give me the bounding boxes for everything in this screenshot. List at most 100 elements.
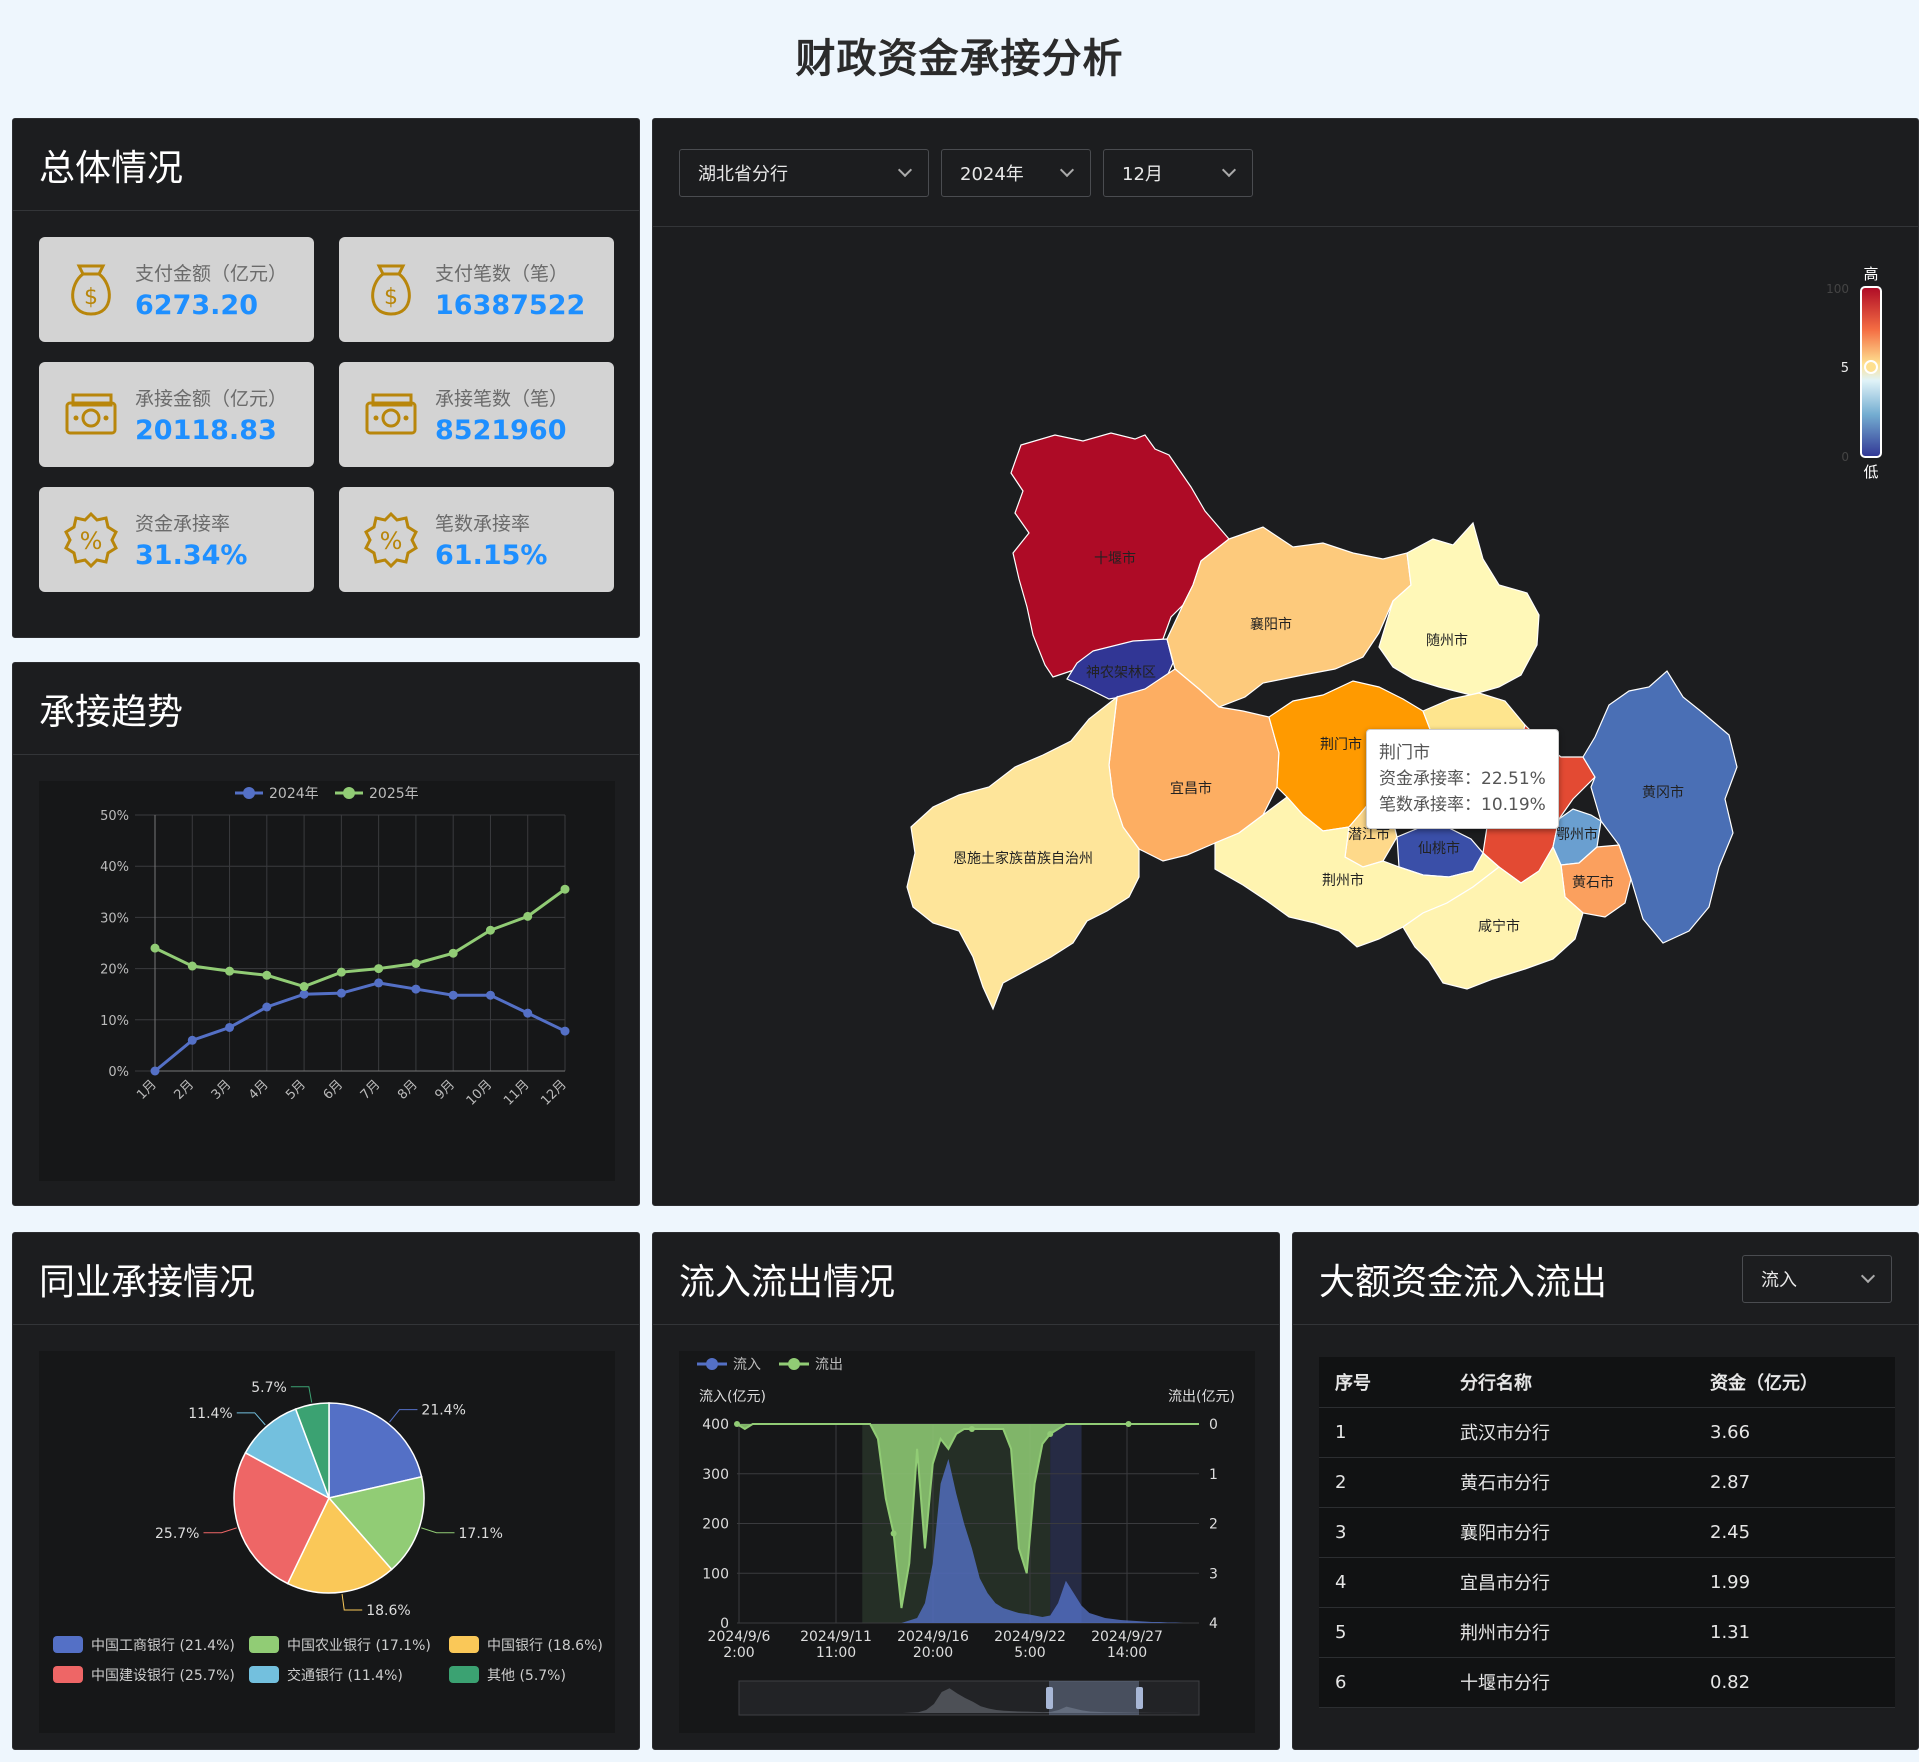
table-row[interactable]: 4 宜昌市分行 1.99 [1319, 1557, 1895, 1608]
series-line [154, 981, 566, 1073]
data-point[interactable] [187, 961, 197, 971]
y-tick-label: 10% [100, 1014, 129, 1029]
x-tick-label: 4月 [246, 1077, 272, 1103]
kpi-grid: $ 支付金额（亿元） 6273.20 $ 支付笔数（笔） 16387522 承接金… [39, 237, 614, 592]
legend-label[interactable]: 中国建设银行 (25.7%) [91, 1668, 235, 1684]
data-point[interactable] [336, 988, 346, 998]
x-tick-date: 2024/9/16 [897, 1629, 969, 1645]
table-cell: 0.82 [1694, 1657, 1895, 1708]
hubei-map[interactable]: 十堰市神农架林区襄阳市随州市宜昌市荆门市孝感市恩施土家族苗族自治州武汉市黄冈市潜… [653, 227, 1919, 1206]
direction-select[interactable]: 流入 [1742, 1254, 1892, 1303]
data-point[interactable] [187, 1035, 197, 1045]
legend-label[interactable]: 2024年 [269, 786, 319, 802]
data-point[interactable] [485, 990, 495, 1000]
map-region[interactable] [1378, 521, 1540, 696]
data-point[interactable] [150, 943, 160, 953]
data-point[interactable] [262, 1002, 272, 1012]
region-label: 十堰市 [1094, 550, 1136, 567]
data-point[interactable] [411, 984, 421, 994]
table-row[interactable]: 6 十堰市分行 0.82 [1319, 1657, 1895, 1708]
col-header: 分行名称 [1444, 1357, 1694, 1408]
table-row[interactable]: 2 黄石市分行 2.87 [1319, 1457, 1895, 1508]
flow-panel: 流入流出情况 流入 流出 流入(亿元) 流出(亿元) 0 100 200 300 400 0 1 2 3… [652, 1232, 1280, 1750]
data-point[interactable] [225, 966, 235, 976]
flow-title: 流入流出情况 [679, 1261, 896, 1303]
x-tick-time: 20:00 [913, 1645, 953, 1661]
data-point[interactable] [150, 1066, 160, 1076]
visual-map-handle[interactable] [1864, 360, 1878, 374]
data-point[interactable] [485, 925, 495, 935]
x-tick-time: 14:00 [1107, 1645, 1147, 1661]
table-row[interactable]: 5 荆州市分行 1.31 [1319, 1607, 1895, 1658]
data-point[interactable] [374, 964, 384, 974]
data-point[interactable] [262, 970, 272, 980]
y-tick-label-right: 2 [1209, 1517, 1218, 1533]
data-point[interactable] [523, 911, 533, 921]
legend-label[interactable]: 交通银行 (11.4%) [287, 1667, 403, 1684]
data-point[interactable] [448, 948, 458, 958]
data-point[interactable] [523, 1008, 533, 1018]
region-label: 恩施土家族苗族自治州 [953, 850, 1093, 867]
kpi-card: % 笔数承接率 61.15% [339, 487, 614, 592]
data-point[interactable] [299, 989, 309, 999]
y-tick-label-right: 0 [1209, 1417, 1218, 1433]
legend-swatch [449, 1666, 479, 1683]
svg-text:%: % [80, 527, 103, 555]
branch-select[interactable]: 湖北省分行 [679, 148, 929, 197]
label-leader-line [203, 1527, 237, 1534]
data-point[interactable] [890, 1530, 897, 1537]
data-point[interactable] [968, 1425, 975, 1432]
table-cell: 十堰市分行 [1444, 1657, 1694, 1708]
legend-swatch [249, 1666, 279, 1683]
region-label: 宜昌市 [1170, 780, 1212, 797]
legend-marker [343, 787, 355, 799]
zoom-handle-left[interactable] [1046, 1687, 1053, 1709]
legend-label[interactable]: 流入 [733, 1357, 761, 1373]
data-point[interactable] [1125, 1421, 1132, 1427]
legend-label[interactable]: 中国银行 (18.6%) [487, 1638, 603, 1654]
kpi-value: 6273.20 [135, 289, 258, 321]
region-label: 随州市 [1426, 632, 1468, 649]
legend-label[interactable]: 2025年 [369, 786, 419, 802]
table-cell: 5 [1319, 1607, 1444, 1658]
data-point[interactable] [225, 1022, 235, 1032]
data-point[interactable] [411, 958, 421, 968]
col-header: 资金（亿元） [1694, 1357, 1895, 1408]
data-point[interactable] [560, 1026, 570, 1036]
legend-marker [788, 1358, 800, 1370]
legend-label[interactable]: 中国农业银行 (17.1%) [287, 1638, 431, 1654]
data-point[interactable] [299, 982, 309, 992]
kpi-label: 笔数承接率 [435, 512, 531, 535]
y-tick-label: 100 [702, 1566, 729, 1582]
data-point[interactable] [560, 884, 570, 894]
year-select[interactable]: 2024年 [941, 148, 1091, 197]
legend-label[interactable]: 流出 [815, 1357, 843, 1373]
table-row[interactable]: 3 襄阳市分行 2.45 [1319, 1507, 1895, 1558]
data-point[interactable] [336, 967, 346, 977]
kpi-label: 支付金额（亿元） [135, 262, 288, 285]
legend-label[interactable]: 中国工商银行 (21.4%) [91, 1638, 235, 1654]
kpi-card: 承接金额（亿元） 20118.83 [39, 362, 314, 467]
zoom-slider-window[interactable] [1049, 1681, 1139, 1715]
table-row[interactable]: 1 武汉市分行 3.66 [1319, 1407, 1895, 1458]
x-tick-label: 9月 [432, 1077, 458, 1103]
zoom-handle-right[interactable] [1136, 1687, 1143, 1709]
x-tick-label: 2月 [171, 1077, 197, 1103]
chevron-down-icon [897, 162, 913, 177]
legend-label[interactable]: 其他 (5.7%) [487, 1668, 566, 1684]
data-point[interactable] [734, 1421, 740, 1427]
data-point[interactable] [1047, 1430, 1054, 1437]
kpi-label: 支付笔数（笔） [435, 262, 569, 285]
overview-title: 总体情况 [39, 147, 184, 189]
region-label: 荆门市 [1320, 736, 1362, 753]
data-point[interactable] [448, 990, 458, 1000]
label-leader-line [421, 1527, 455, 1534]
visual-map-high-label: 高 [1863, 265, 1878, 283]
table-cell: 1 [1319, 1407, 1444, 1458]
table-cell: 3.66 [1694, 1407, 1895, 1458]
data-point[interactable] [374, 978, 384, 988]
month-select[interactable]: 12月 [1103, 148, 1253, 197]
y-tick-label: 40% [100, 860, 129, 875]
x-tick-label: 8月 [395, 1077, 421, 1103]
percent-badge-icon: % [61, 510, 121, 570]
